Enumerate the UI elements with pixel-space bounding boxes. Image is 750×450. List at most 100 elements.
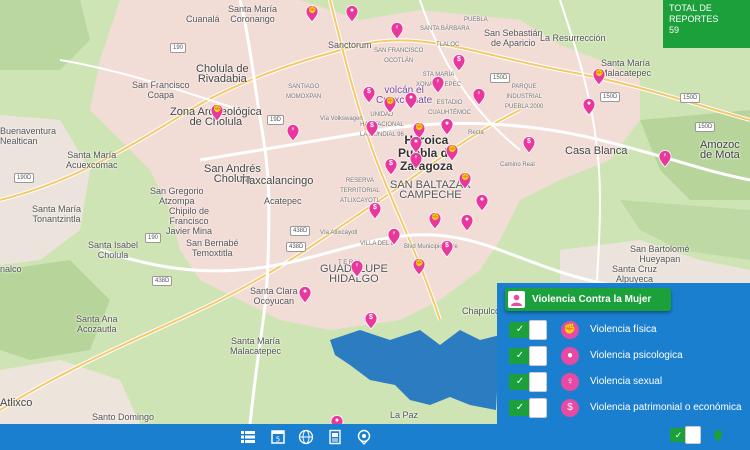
violencia-mujer-button[interactable]: Violencia Contra la Mujer <box>505 288 671 311</box>
bottom-toggle[interactable]: ✓ <box>670 426 701 444</box>
pin-glyph-icon: ✊ <box>595 70 604 77</box>
pin-glyph-icon: ● <box>444 120 450 127</box>
pin-glyph-icon: ♀ <box>394 24 400 31</box>
filter-row-patrimonial: ✓ $ Violencia patrimonial o económica <box>509 398 747 418</box>
map-label-san-sebastian: San Sebastián de Aparicio <box>484 28 543 48</box>
report-pin[interactable]: $ <box>522 136 536 154</box>
report-pin[interactable]: ● <box>298 286 312 304</box>
globe-icon[interactable] <box>298 429 314 445</box>
fist-icon: ✊ <box>561 321 579 339</box>
map-label-camino-real: Camino Real <box>500 162 535 168</box>
map-label-puebla-small: PUEBLA <box>464 17 488 23</box>
report-pin[interactable]: ● <box>345 5 359 23</box>
pin-glyph-icon: ● <box>479 196 485 203</box>
filter-label-fisica: Violencia física <box>590 324 657 335</box>
report-pin[interactable]: ✊ <box>458 172 472 190</box>
pin-glyph-icon: ● <box>408 94 414 101</box>
map-label-san-bartolome: San Bartolomé Hueyapan <box>630 244 690 264</box>
report-pin[interactable]: ♀ <box>472 88 486 106</box>
marker-icon[interactable] <box>713 429 723 443</box>
report-pin[interactable]: ♀ <box>350 260 364 278</box>
total-reports-count: 59 <box>669 25 680 35</box>
map-label-alpuyeca: Santa Cruz Alpuyeca <box>612 264 658 284</box>
pin-glyph-icon: ✊ <box>461 174 470 181</box>
pin-glyph-icon: ♀ <box>435 78 441 85</box>
map-label-santa-barbara: SANTA BÁRBARA <box>420 26 470 32</box>
map-label-parque-industrial: PARQUE INDUSTRIAL PUEBLA 2000 <box>505 84 544 110</box>
toggle-patrimonial[interactable]: ✓ <box>509 398 549 418</box>
map-label-malacatepec-sw: Santa María Malacatepec <box>230 336 282 356</box>
map-label-coronango: Santa María Coronango <box>228 4 278 24</box>
pin-glyph-icon: ✊ <box>415 260 424 267</box>
toggle-fisica[interactable]: ✓ <box>509 320 549 340</box>
pin-glyph-icon: ● <box>413 138 419 145</box>
report-pin[interactable]: ● <box>475 194 489 212</box>
report-pin[interactable]: ♀ <box>286 124 300 142</box>
map-label-malacatepec-ne: Santa María Malacatepec <box>600 58 652 78</box>
pin-glyph-icon: ♀ <box>476 90 482 97</box>
report-pin[interactable]: ♀ <box>387 228 401 246</box>
map-label-buenaventura: Buenaventura Nealtican <box>0 126 57 146</box>
map-label-estadio: ESTADIO CUAUHTÉMOC <box>428 100 471 116</box>
toggle-sexual[interactable]: ✓ <box>509 372 549 392</box>
report-pin[interactable]: $ <box>440 240 454 258</box>
pin-glyph-icon: ✊ <box>415 124 424 131</box>
report-pin[interactable]: $ <box>452 54 466 72</box>
report-pin[interactable]: $ <box>365 120 379 138</box>
map-label-santo-domingo: Santo Domingo <box>92 412 155 422</box>
report-pin[interactable]: ● <box>460 214 474 232</box>
map-label-chapulco: Chapulco <box>462 306 501 316</box>
filter-row-psicologica: ✓ ● Violencia psicologica <box>509 346 747 366</box>
report-pin[interactable]: ♀ <box>431 76 445 94</box>
route-shield: 438D <box>152 276 173 286</box>
report-pin[interactable]: ✊ <box>445 144 459 162</box>
route-shield: 150D <box>600 92 621 102</box>
filter-row-sexual: ✓ ♀ Violencia sexual <box>509 372 747 392</box>
report-pin[interactable]: ♀ <box>658 150 672 168</box>
report-pin[interactable]: ♀ <box>390 22 404 40</box>
report-pin[interactable]: ✊ <box>428 212 442 230</box>
report-pin[interactable]: ♀ <box>409 152 423 170</box>
user-icon <box>508 291 525 308</box>
map-label-nalco: nalco <box>0 264 22 274</box>
report-pin[interactable]: $ <box>362 86 376 104</box>
report-pin[interactable]: $ <box>384 158 398 176</box>
report-pin[interactable]: $ <box>364 312 378 330</box>
total-reports-title: TOTAL DE REPORTES <box>669 3 719 24</box>
report-pin[interactable]: ✊ <box>210 104 224 122</box>
pin-glyph-icon: $ <box>389 160 393 167</box>
route-shield: 150D <box>680 93 701 103</box>
calendar-icon[interactable]: 5 <box>270 429 286 445</box>
map-label-momoxpan: SANTIAGO MOMOXPAN <box>286 84 322 100</box>
pin-glyph-icon: ♀ <box>290 126 296 133</box>
people-icon: ♀ <box>561 373 579 391</box>
report-pin[interactable]: ✊ <box>383 96 397 114</box>
report-pin[interactable]: ● <box>440 118 454 136</box>
map-label-la-paz: La Paz <box>390 410 419 420</box>
report-pin[interactable]: ✊ <box>412 258 426 276</box>
filter-label-sexual: Violencia sexual <box>590 376 663 387</box>
report-pin[interactable]: ● <box>330 415 344 424</box>
map-label-acuexcomac: Santa María Acuexcomac <box>66 150 118 170</box>
pin-glyph-icon: ♀ <box>662 152 668 159</box>
pin-glyph-icon: $ <box>373 204 377 211</box>
report-pin[interactable]: ● <box>404 92 418 110</box>
panel-title: Violencia Contra la Mujer <box>532 294 652 305</box>
filter-panel: Violencia Contra la Mujer ✓ ✊ Violencia … <box>497 283 750 424</box>
pin-glyph-icon: $ <box>457 56 461 63</box>
pin-glyph-icon: $ <box>445 242 449 249</box>
bottom-toolbar: 5 ✓ <box>0 424 750 450</box>
report-pin[interactable]: $ <box>368 202 382 220</box>
report-pin[interactable]: ● <box>582 98 596 116</box>
route-shield: 190 <box>170 43 187 53</box>
filter-row-fisica: ✓ ✊ Violencia física <box>509 320 747 340</box>
location-icon[interactable] <box>356 429 372 445</box>
toggle-psicologica[interactable]: ✓ <box>509 346 549 366</box>
list-icon[interactable] <box>240 429 256 445</box>
route-shield: 19D <box>267 115 285 125</box>
document-icon[interactable] <box>327 429 343 445</box>
report-pin[interactable]: ✊ <box>592 68 606 86</box>
report-pin[interactable]: ✊ <box>305 5 319 23</box>
pin-glyph-icon: ✊ <box>431 214 440 221</box>
map-label-cuanala: Cuanalá <box>186 14 220 24</box>
